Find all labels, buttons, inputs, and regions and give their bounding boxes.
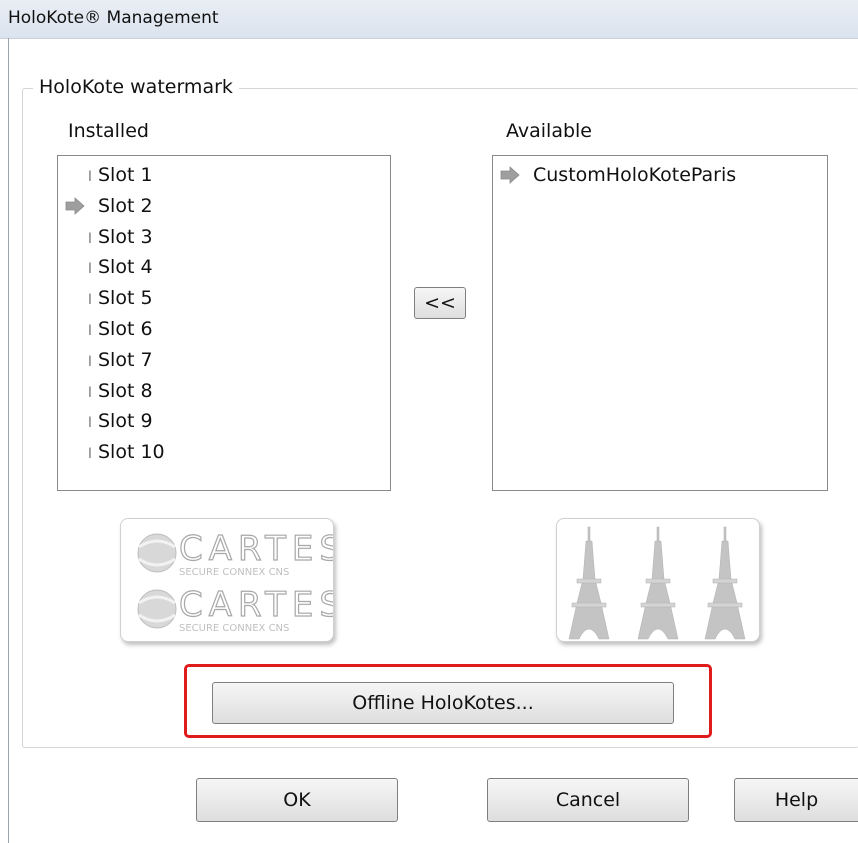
installed-slot-item-label: Slot 3 [98,225,153,248]
available-holokote-item[interactable]: CustomHoloKoteParis [493,160,736,190]
window-frame [8,38,9,843]
slot-marker-icon: I [87,261,92,278]
slot-marker-icon: I [87,169,92,185]
installed-slot-item-label: Slot 5 [98,287,153,310]
title-bar: HoloKote® Management [0,0,858,39]
cartes-logo: CARTES SECURE CONNEX CNS [121,527,334,578]
installed-slot-item[interactable]: I Slot 9 [58,406,153,436]
slot-marker-icon: I [87,415,92,432]
installed-slot-item-label: Slot 4 [98,256,153,279]
installed-slot-item[interactable]: I Slot 1 [58,160,153,190]
installed-watermark-preview: CARTES SECURE CONNEX CNS CARTES SECURE C… [120,518,334,642]
installed-slot-item[interactable]: I Slot 8 [58,376,153,406]
cartes-logo-subtext: SECURE CONNEX CNS [179,623,290,634]
installed-listbox[interactable]: I Slot 1 Slot 2 I Slot 3 I Slot 4 I Slot 5 I Slot … [57,155,391,491]
selection-arrow-icon [493,160,527,190]
cartes-logo-word: CARTES [178,528,334,569]
offline-holokotes-button[interactable]: Offline HoloKotes... [212,682,674,724]
installed-slot-item-label: Slot 8 [98,379,153,402]
cancel-button[interactable]: Cancel [487,778,689,822]
move-to-installed-button[interactable]: << [414,287,466,319]
slot-marker-icon: I [87,323,92,339]
slot-marker-icon: I [87,292,92,309]
cartes-logo-word: CARTES [178,584,334,625]
slot-marker-icon: I [87,230,92,247]
eiffel-towers-icon [568,526,746,640]
selection-arrow-icon [58,191,92,221]
groupbox-label: HoloKote watermark [33,76,239,98]
slot-marker-icon: I [87,384,92,401]
available-label: Available [506,120,593,142]
installed-slot-item[interactable]: I Slot 10 [58,437,165,467]
installed-slot-item[interactable]: I Slot 6 [58,314,153,344]
available-holokote-item-label: CustomHoloKoteParis [533,164,737,186]
available-listbox[interactable]: CustomHoloKoteParis [492,155,828,491]
window-title: HoloKote® Management [8,8,219,28]
installed-slot-item-label: Slot 10 [98,441,165,464]
installed-slot-item[interactable]: I Slot 3 [58,222,153,252]
cartes-logo-subtext: SECURE CONNEX CNS [179,567,290,578]
installed-slot-item-label: Slot 2 [98,194,153,217]
cartes-globe-icon [137,533,177,573]
installed-label: Installed [68,120,149,142]
ok-button[interactable]: OK [196,778,398,822]
slot-marker-icon: I [87,353,92,370]
cartes-globe-icon [137,589,177,629]
installed-slot-item[interactable]: I Slot 7 [58,345,153,375]
installed-slot-item[interactable]: I Slot 4 [58,252,153,282]
slot-marker-icon: I [87,446,92,463]
installed-slot-item-label: Slot 1 [98,164,153,186]
cartes-logo: CARTES SECURE CONNEX CNS [121,583,334,634]
installed-slot-item-label: Slot 6 [98,318,153,340]
help-button[interactable]: Help [734,778,858,822]
installed-slot-item[interactable]: Slot 2 [58,191,153,221]
available-watermark-preview [556,518,760,642]
installed-slot-item[interactable]: I Slot 5 [58,283,153,313]
installed-slot-item-label: Slot 9 [98,410,153,433]
installed-slot-item-label: Slot 7 [98,348,153,371]
